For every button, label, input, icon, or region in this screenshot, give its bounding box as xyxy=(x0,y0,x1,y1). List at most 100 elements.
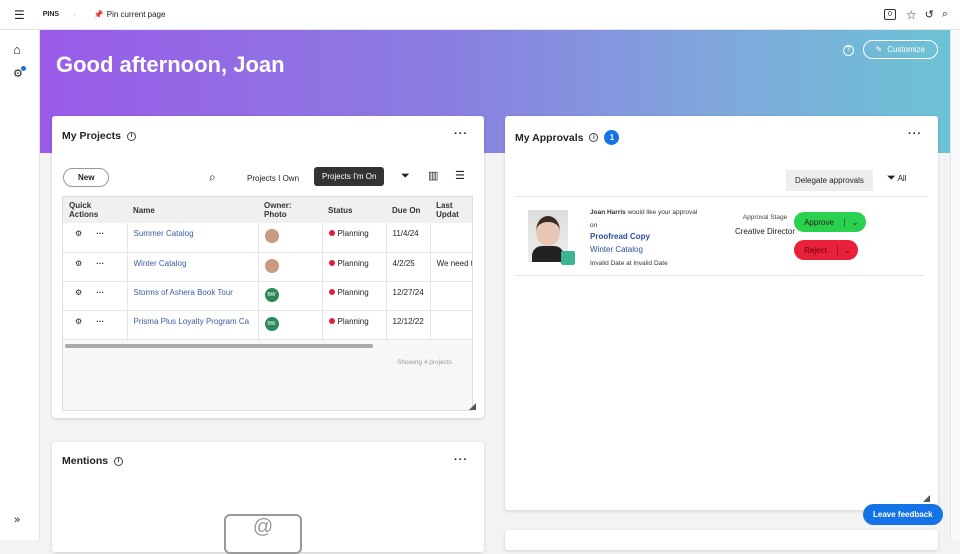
approval-stage-label: Approval Stage xyxy=(730,214,800,221)
customize-button[interactable]: ✎Customize xyxy=(863,40,939,59)
top-bar: ☰ PINS › 📌 Pin current page 0 ☆ ↺ ⌕ xyxy=(0,0,960,30)
mentions-illustration: @ xyxy=(224,514,302,554)
notifications-badge[interactable]: 0 xyxy=(884,9,896,20)
horizontal-scrollbar[interactable] xyxy=(65,344,373,348)
filter-icon[interactable]: ⏷ xyxy=(401,170,410,183)
filter-icon: ⏷ xyxy=(887,172,896,184)
card-title: My Approvals xyxy=(515,132,583,144)
card-title: Mentions xyxy=(62,455,108,467)
due-date: 11/4/24 xyxy=(386,223,430,252)
status-dot xyxy=(329,289,335,295)
approvals-count: 1 xyxy=(604,130,619,145)
workflow-icon[interactable]: ⚙ xyxy=(75,229,82,238)
filter-projects-i-own[interactable]: Projects I Own xyxy=(247,174,299,183)
page-scrollbar[interactable] xyxy=(950,30,960,540)
owner-avatar xyxy=(265,229,279,243)
card-title: My Projects xyxy=(62,130,121,142)
last-update xyxy=(430,223,473,252)
approve-button[interactable]: Approve⌄ xyxy=(794,212,866,232)
breadcrumb[interactable]: PINS xyxy=(43,11,59,18)
pin-current-page[interactable]: Pin current page xyxy=(107,10,166,19)
col-header[interactable]: Owner: Photo xyxy=(258,197,322,223)
last-update xyxy=(430,310,473,339)
info-icon[interactable]: i xyxy=(127,132,136,141)
resize-handle[interactable] xyxy=(923,495,930,502)
last-update: We need t xyxy=(430,252,473,281)
status-dot xyxy=(329,230,335,236)
filter-projects-im-on[interactable]: Projects I'm On xyxy=(314,167,384,186)
project-link[interactable]: Winter Catalog xyxy=(590,245,643,254)
project-link[interactable]: Prisma Plus Loyalty Program Ca xyxy=(134,317,252,326)
expand-icon[interactable]: » xyxy=(14,514,20,526)
project-link[interactable]: Winter Catalog xyxy=(134,259,252,268)
workflow-icon[interactable]: ⚙ xyxy=(75,317,82,326)
col-header[interactable]: Status xyxy=(322,197,386,223)
status: Planning xyxy=(338,288,369,297)
history-icon[interactable]: ↺ xyxy=(925,8,934,21)
help-icon[interactable]: ? xyxy=(843,45,854,56)
delegate-approvals-button[interactable]: Delegate approvals xyxy=(786,170,873,191)
project-link[interactable]: Summer Catalog xyxy=(134,229,252,238)
workflow-icon[interactable]: ⚙ xyxy=(75,259,82,268)
pencil-icon: ✎ xyxy=(876,45,883,54)
task-link[interactable]: Proofread Copy xyxy=(590,232,650,241)
project-link[interactable]: Storms of Ashera Book Tour xyxy=(134,288,252,297)
table-row[interactable]: ⚙ ··· Storms of Ashera Book Tour BW Plann… xyxy=(63,281,473,310)
last-update xyxy=(430,281,473,310)
my-projects-card: My Projects i ··· New ⌕ Projects I Own Pr… xyxy=(52,116,484,418)
list-icon[interactable]: ☰ xyxy=(455,169,465,182)
leave-feedback-button[interactable]: Leave feedback xyxy=(863,504,943,525)
more-icon[interactable]: ··· xyxy=(96,259,104,268)
due-date: 12/27/24 xyxy=(386,281,430,310)
table-row[interactable]: ⚙ ··· Winter Catalog Planning 4/2/25 We n… xyxy=(63,252,473,281)
projects-table: Quick Actions Name Owner: Photo Status D… xyxy=(62,196,473,411)
my-approvals-card: My Approvals i1 ··· Delegate approvals ⏷ … xyxy=(505,116,938,510)
reject-button[interactable]: Reject⌄ xyxy=(794,240,858,260)
col-header[interactable]: Due On xyxy=(386,197,430,223)
new-button[interactable]: New xyxy=(63,168,109,187)
owner-avatar: BW xyxy=(265,288,279,302)
due-date: 12/12/22 xyxy=(386,310,430,339)
col-header[interactable]: Last Updat xyxy=(430,197,473,223)
owner-avatar xyxy=(265,259,279,273)
more-icon[interactable]: ··· xyxy=(96,288,104,297)
greeting: Good afternoon, Joan xyxy=(56,52,285,78)
search-icon[interactable]: ⌕ xyxy=(942,8,948,21)
status: Planning xyxy=(338,259,369,268)
next-card xyxy=(505,530,938,550)
info-icon[interactable]: i xyxy=(114,457,123,466)
status: Planning xyxy=(338,317,369,326)
status: Planning xyxy=(338,229,369,238)
task-icon xyxy=(561,251,575,265)
workflow-icon[interactable]: ⚙ xyxy=(75,288,82,297)
chevron-down-icon: ⌄ xyxy=(838,246,857,255)
more-icon[interactable]: ··· xyxy=(454,128,468,140)
more-icon[interactable]: ··· xyxy=(96,229,104,238)
pin-icon[interactable]: 📌 xyxy=(94,10,104,19)
filter-all[interactable]: ⏷ All xyxy=(887,172,906,185)
projects-footer: Showing 4 projects xyxy=(397,359,452,366)
status-dot xyxy=(329,318,335,324)
search-icon[interactable]: ⌕ xyxy=(209,170,216,185)
columns-icon[interactable]: ▥ xyxy=(428,169,438,182)
resize-handle[interactable] xyxy=(469,403,476,410)
col-header[interactable]: Quick Actions xyxy=(63,197,127,223)
table-row[interactable]: ⚙ ··· Prisma Plus Loyalty Program Ca BW P… xyxy=(63,310,473,339)
star-icon[interactable]: ☆ xyxy=(906,8,917,22)
chevron-down-icon: ⌄ xyxy=(845,218,865,227)
status-dot xyxy=(329,260,335,266)
home-icon[interactable]: ⌂ xyxy=(13,42,21,57)
due-date: 4/2/25 xyxy=(386,252,430,281)
owner-avatar: BW xyxy=(265,317,279,331)
menu-icon[interactable]: ☰ xyxy=(14,8,25,22)
chevron-right-icon: › xyxy=(73,10,76,19)
workflow-icon[interactable]: ⚙ xyxy=(13,67,23,80)
mentions-card: Mentions i ··· @ xyxy=(52,442,484,552)
info-icon[interactable]: i xyxy=(589,133,598,142)
more-icon[interactable]: ··· xyxy=(96,317,104,326)
col-header[interactable]: Name xyxy=(127,197,258,223)
table-row[interactable]: ⚙ ··· Summer Catalog Planning 11/4/24 xyxy=(63,223,473,252)
approval-item: Joan Harris would like your approval on … xyxy=(515,196,924,276)
more-icon[interactable]: ··· xyxy=(908,128,922,140)
more-icon[interactable]: ··· xyxy=(454,454,468,466)
